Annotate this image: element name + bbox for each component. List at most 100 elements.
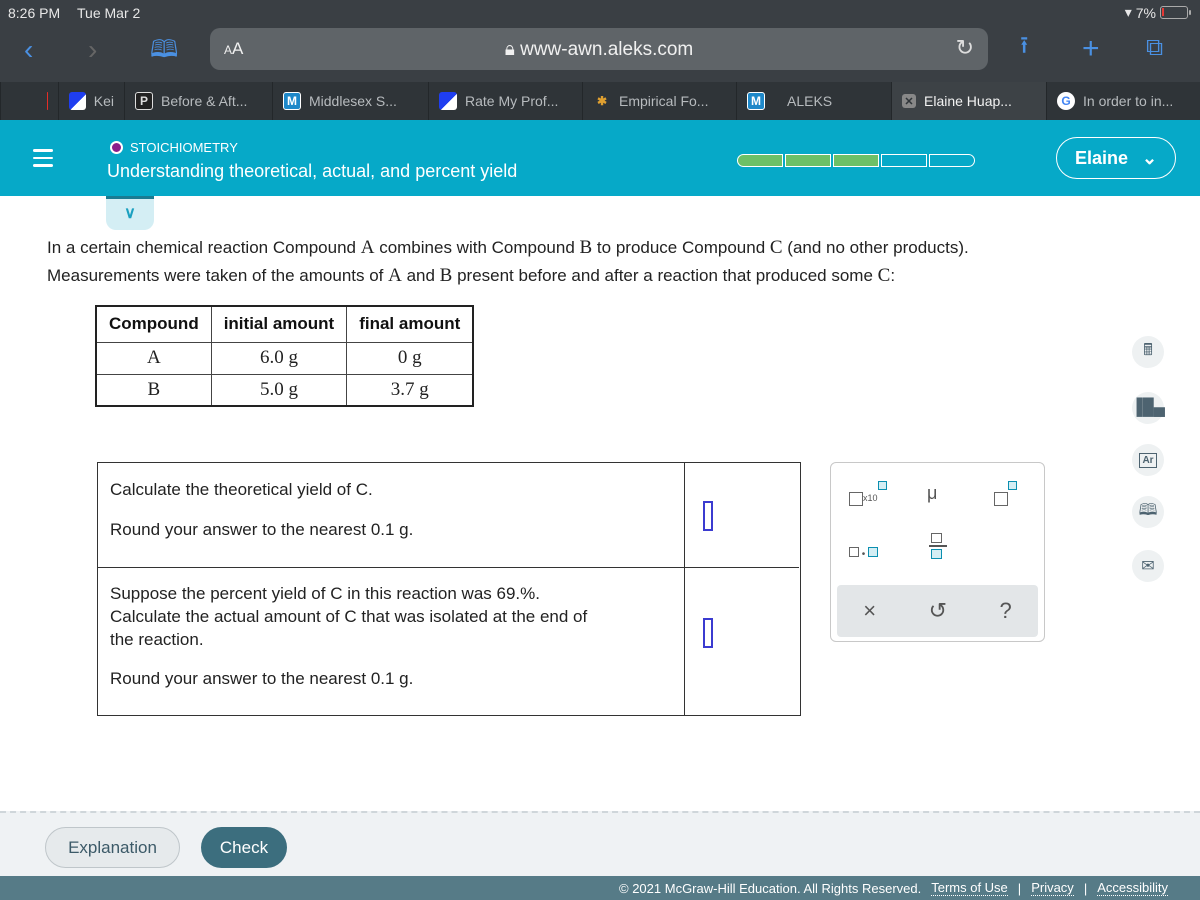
bookmark-empirical[interactable]: ✱ Empirical Fo... bbox=[582, 82, 736, 120]
progress-segment bbox=[881, 154, 927, 167]
table-cell: 3.7 g bbox=[346, 373, 474, 407]
progress-bar bbox=[737, 154, 975, 167]
collapse-toggle[interactable]: ∨ bbox=[106, 196, 154, 230]
google-icon: G bbox=[1057, 92, 1075, 110]
superscript-key[interactable] bbox=[994, 481, 1017, 506]
progress-segment bbox=[833, 154, 879, 167]
question-round: Round your answer to the nearest 0.1 g. bbox=[110, 669, 414, 688]
tabs-overview-icon[interactable]: ⧉ bbox=[1146, 36, 1163, 60]
progress-segment bbox=[929, 154, 975, 167]
p-icon: P bbox=[135, 92, 153, 110]
close-icon[interactable]: ✕ bbox=[902, 94, 916, 108]
palette-actions: × ↺ ? bbox=[837, 585, 1038, 637]
reload-icon[interactable]: ↻ bbox=[956, 35, 974, 61]
bookmark-in-order[interactable]: G In order to in... bbox=[1046, 82, 1200, 120]
progress-segment bbox=[785, 154, 831, 167]
clear-icon[interactable]: × bbox=[863, 598, 876, 624]
table-cell: A bbox=[95, 341, 212, 375]
bookmark-youtube[interactable] bbox=[0, 82, 58, 120]
explanation-button[interactable]: Explanation bbox=[45, 827, 180, 868]
scientific-notation-key[interactable]: x10 bbox=[849, 481, 887, 506]
bookmark-kei[interactable]: Kei bbox=[58, 82, 124, 120]
forward-icon[interactable]: › bbox=[88, 36, 97, 64]
periodic-table-icon[interactable]: Ar bbox=[1132, 444, 1164, 476]
bookmarks-bar: Kei P Before & Aft... M Middlesex S... Rat… bbox=[0, 82, 1200, 120]
bookmark-rate-my-prof[interactable]: Rate My Prof... bbox=[428, 82, 582, 120]
browser-toolbar: ‹ › 🕮 AA 🔒︎ www-awn.aleks.com ↻ ⭱ + ⧉ bbox=[0, 26, 1200, 82]
battery-percent: 7% bbox=[1135, 4, 1156, 21]
micro-key[interactable]: μ bbox=[927, 483, 937, 504]
table-header: Compound bbox=[95, 305, 212, 343]
decimal-key[interactable]: • bbox=[849, 541, 879, 562]
bookmark-before-after[interactable]: P Before & Aft... bbox=[124, 82, 272, 120]
share-icon[interactable]: ⭱ bbox=[1020, 34, 1028, 58]
calculator-icon[interactable]: 🖩︎ bbox=[1132, 336, 1164, 368]
question-text: Calculate the theoretical yield of C. bbox=[110, 480, 373, 499]
url-display[interactable]: 🔒︎ www-awn.aleks.com bbox=[210, 39, 988, 61]
user-menu-button[interactable]: Elaine ⌄ bbox=[1056, 137, 1176, 179]
aleks-header: STOICHIOMETRY Understanding theoretical,… bbox=[0, 120, 1200, 196]
action-bar: Explanation Check bbox=[0, 811, 1200, 876]
textbook-icon[interactable]: 🕮︎ bbox=[1132, 496, 1164, 528]
status-time: 8:26 PM bbox=[8, 5, 61, 21]
lock-icon: 🔒︎ bbox=[504, 39, 521, 60]
measurements-table: Compound initial amount final amount A 6… bbox=[95, 305, 475, 407]
footer-separator: | bbox=[1083, 880, 1088, 896]
question-row: Calculate the theoretical yield of C. Ro… bbox=[98, 463, 799, 568]
footer: © 2021 McGraw-Hill Education. All Rights… bbox=[0, 876, 1200, 900]
m-icon: M bbox=[283, 92, 301, 110]
answer-cell bbox=[684, 568, 799, 715]
menu-icon[interactable] bbox=[33, 149, 53, 172]
bookmark-middlesex[interactable]: M Middlesex S... bbox=[272, 82, 428, 120]
footer-separator: | bbox=[1017, 880, 1022, 896]
page-title: Understanding theoretical, actual, and p… bbox=[107, 161, 518, 181]
chevron-down-icon: ∨ bbox=[124, 205, 136, 222]
table-row: A 6.0 g 0 g bbox=[95, 341, 474, 375]
check-button[interactable]: Check bbox=[201, 827, 287, 868]
actual-yield-input[interactable] bbox=[703, 618, 713, 648]
back-icon[interactable]: ‹ bbox=[24, 36, 33, 64]
answer-cell bbox=[684, 463, 799, 567]
table-cell: 5.0 g bbox=[210, 373, 348, 407]
intro-line-1: In a certain chemical reaction Compound … bbox=[47, 237, 969, 258]
table-cell: 0 g bbox=[346, 341, 474, 375]
theoretical-yield-input[interactable] bbox=[703, 501, 713, 531]
molecule-icon: ✱ bbox=[596, 94, 608, 108]
table-header: final amount bbox=[346, 305, 474, 343]
table-cell: B bbox=[95, 373, 212, 407]
status-bar: 8:26 PM Tue Mar 2 ▾ 7% bbox=[0, 0, 1200, 26]
youtube-icon bbox=[47, 92, 48, 110]
bookmark-elaine[interactable]: ✕ Elaine Huap... bbox=[891, 82, 1046, 120]
bookmarks-book-icon[interactable]: 🕮 bbox=[150, 38, 178, 62]
ratemyprof-icon bbox=[69, 92, 86, 110]
privacy-link[interactable]: Privacy bbox=[1031, 880, 1074, 896]
address-bar[interactable]: AA 🔒︎ www-awn.aleks.com ↻ bbox=[210, 28, 988, 70]
battery-icon bbox=[1160, 6, 1191, 19]
m-icon: M bbox=[747, 92, 765, 110]
chevron-down-icon: ⌄ bbox=[1141, 147, 1158, 168]
table-header: initial amount bbox=[210, 305, 348, 343]
question-text: Calculate the actual amount of C that wa… bbox=[110, 607, 588, 626]
bookmark-aleks[interactable]: M ALEKS bbox=[736, 82, 891, 120]
question-text: the reaction. bbox=[110, 630, 204, 649]
questions-table: Calculate the theoretical yield of C. Ro… bbox=[97, 462, 801, 716]
question-text: Suppose the percent yield of C in this r… bbox=[110, 584, 540, 603]
question-row: Suppose the percent yield of C in this r… bbox=[98, 568, 799, 715]
status-right: ▾ 7% bbox=[1125, 4, 1191, 21]
topic-label: STOICHIOMETRY bbox=[110, 140, 238, 155]
intro-line-2: Measurements were taken of the amounts o… bbox=[47, 265, 896, 286]
problem-intro: In a certain chemical reaction Compound … bbox=[47, 234, 1097, 290]
question-round: Round your answer to the nearest 0.1 g. bbox=[110, 520, 414, 539]
terms-link[interactable]: Terms of Use bbox=[931, 880, 1008, 896]
ratemyprof-icon bbox=[439, 92, 457, 110]
fraction-key[interactable] bbox=[929, 533, 947, 559]
undo-icon[interactable]: ↺ bbox=[929, 598, 947, 624]
new-tab-icon[interactable]: + bbox=[1082, 34, 1100, 64]
chart-icon[interactable]: ▐█▄ bbox=[1131, 392, 1165, 424]
help-icon[interactable]: ? bbox=[1000, 598, 1012, 624]
accessibility-link[interactable]: Accessibility bbox=[1097, 880, 1168, 896]
topic-dot-icon bbox=[110, 141, 123, 154]
table-row: B 5.0 g 3.7 g bbox=[95, 373, 474, 407]
mail-icon[interactable]: ✉︎ bbox=[1132, 550, 1164, 582]
progress-segment bbox=[737, 154, 783, 167]
